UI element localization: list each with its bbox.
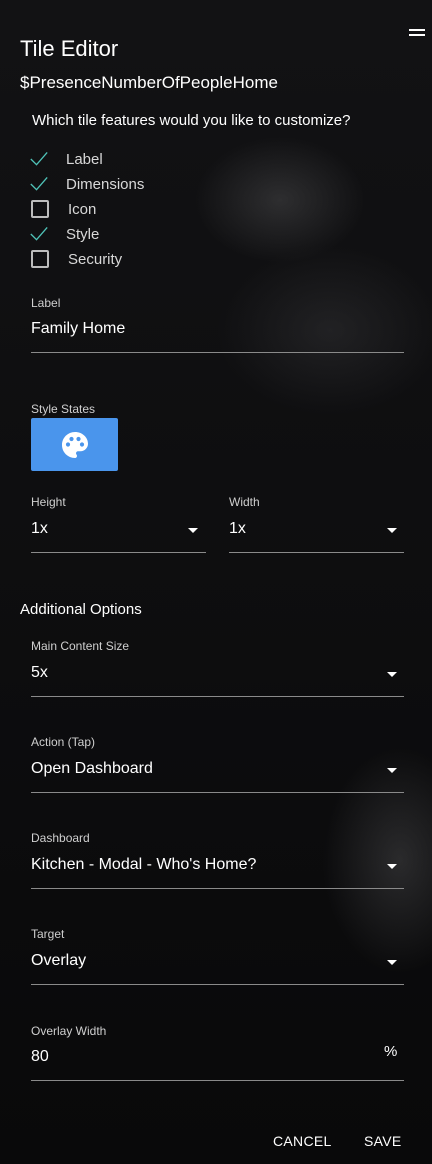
action-select[interactable]: Open Dashboard: [31, 760, 153, 778]
dashboard-label: Dashboard: [31, 831, 90, 845]
height-select[interactable]: 1x: [31, 520, 48, 538]
action-underline: [31, 792, 404, 793]
feature-label: Style: [66, 225, 100, 243]
width-underline: [229, 552, 404, 553]
chevron-down-icon[interactable]: [387, 672, 397, 677]
feature-label: Icon: [68, 200, 97, 218]
width-select[interactable]: 1x: [229, 520, 246, 538]
save-button[interactable]: SAVE: [364, 1133, 402, 1149]
feature-label: Label: [66, 150, 103, 168]
style-states-label: Style States: [31, 402, 96, 416]
tile-variable-name: $PresenceNumberOfPeopleHome: [20, 73, 278, 92]
target-label: Target: [31, 927, 65, 941]
checkmark-icon: [30, 150, 48, 168]
label-field-label: Label: [31, 296, 61, 310]
chevron-down-icon[interactable]: [188, 528, 198, 533]
main-content-size-underline: [31, 696, 404, 697]
percent-unit: %: [384, 1043, 398, 1060]
dashboard-select[interactable]: Kitchen - Modal - Who's Home?: [31, 856, 256, 874]
action-label: Action (Tap): [31, 735, 96, 749]
label-input-underline: [31, 352, 404, 353]
chevron-down-icon[interactable]: [387, 864, 397, 869]
height-label: Height: [31, 495, 66, 509]
features-question: Which tile features would you like to cu…: [32, 112, 351, 129]
feature-label: Security: [68, 250, 123, 268]
overlay-width-input[interactable]: 80: [31, 1048, 49, 1066]
empty-checkbox-icon: [31, 200, 49, 218]
height-underline: [31, 552, 206, 553]
target-underline: [31, 984, 404, 985]
page-title: Tile Editor: [20, 36, 119, 61]
additional-options-heading: Additional Options: [20, 601, 142, 618]
cancel-button[interactable]: CANCEL: [273, 1133, 332, 1149]
width-label: Width: [229, 495, 260, 509]
checkmark-icon: [30, 175, 48, 193]
overlay-width-label: Overlay Width: [31, 1024, 107, 1038]
tile-editor-panel: Tile Editor $PresenceNumberOfPeopleHome …: [0, 0, 432, 1164]
chevron-down-icon[interactable]: [387, 960, 397, 965]
palette-icon: [61, 431, 88, 458]
label-input[interactable]: Family Home: [31, 320, 125, 338]
main-content-size-label: Main Content Size: [31, 639, 130, 653]
style-states-button[interactable]: [31, 418, 118, 471]
dashboard-underline: [31, 888, 404, 889]
main-content-size-select[interactable]: 5x: [31, 664, 48, 682]
checkmark-icon: [30, 225, 48, 243]
feature-dimensions-checkbox[interactable]: Dimensions: [30, 173, 144, 195]
feature-label-checkbox[interactable]: Label: [30, 148, 103, 170]
chevron-down-icon[interactable]: [387, 528, 397, 533]
overlay-width-underline: [31, 1080, 404, 1081]
target-select[interactable]: Overlay: [31, 952, 86, 970]
feature-icon-checkbox[interactable]: Icon: [30, 198, 96, 220]
menu-icon[interactable]: [409, 29, 425, 39]
feature-label: Dimensions: [66, 175, 145, 193]
empty-checkbox-icon: [31, 250, 49, 268]
feature-security-checkbox[interactable]: Security: [30, 248, 122, 270]
chevron-down-icon[interactable]: [387, 768, 397, 773]
feature-style-checkbox[interactable]: Style: [30, 223, 99, 245]
